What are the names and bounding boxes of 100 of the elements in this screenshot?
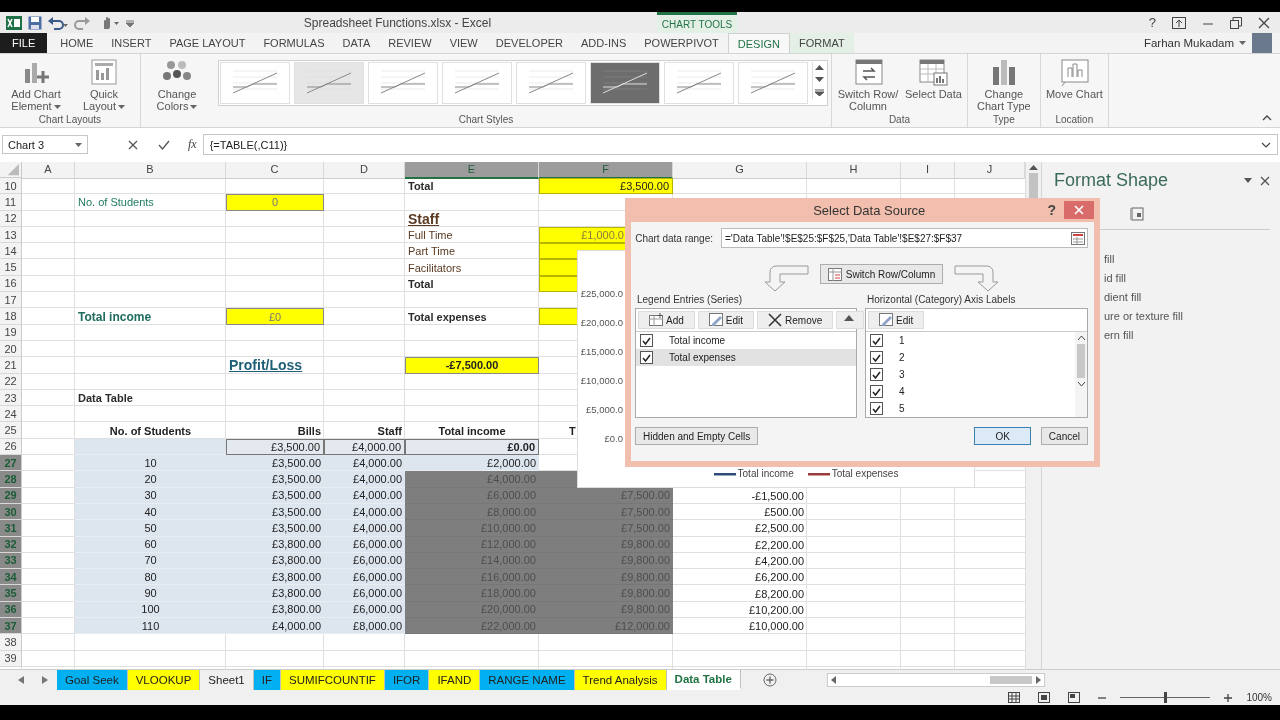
checkbox[interactable] (640, 334, 653, 347)
ribbon-button[interactable]: Change Chart Type (970, 56, 1037, 112)
size-properties-icon[interactable] (1130, 207, 1144, 221)
sheet-tab[interactable]: Goal Seek (57, 670, 128, 690)
dropdown-icon[interactable] (1244, 178, 1252, 183)
save-icon[interactable] (28, 15, 42, 30)
ribbon-tab[interactable]: DESIGN (727, 33, 790, 53)
customize-icon[interactable] (126, 18, 134, 27)
ribbon-display-icon[interactable] (1172, 16, 1186, 29)
collapse-dialog-icon[interactable] (1071, 231, 1085, 245)
scroll-down-icon[interactable] (815, 77, 824, 82)
ribbon-tab[interactable]: DEVELOPER (486, 33, 572, 53)
sheet-tab[interactable]: RANGE NAME (480, 670, 575, 690)
formula-field[interactable]: {=TABLE(,C11)} (202, 134, 1278, 155)
ribbon-tab[interactable]: INSERT (102, 33, 161, 53)
scroll-left-icon[interactable] (830, 676, 836, 684)
ribbon-button[interactable]: Quick Layout (71, 56, 137, 112)
ribbon-tab[interactable]: VIEW (440, 33, 487, 53)
checkbox[interactable] (870, 334, 883, 347)
chart-style-thumbnail[interactable] (738, 62, 808, 104)
sheet-tab[interactable]: IF (253, 670, 281, 690)
name-box[interactable]: Chart 3 (2, 135, 88, 154)
row-header[interactable]: 11 (0, 194, 22, 211)
column-header[interactable]: G (673, 162, 807, 179)
sheet-tab[interactable]: Trend Analysis (574, 670, 667, 690)
column-header[interactable]: H (807, 162, 901, 179)
row-header[interactable]: 21 (0, 357, 22, 374)
ribbon-tab[interactable]: ADD-INS (572, 33, 636, 53)
insert-function-button[interactable]: fx (188, 137, 197, 152)
new-sheet-icon[interactable] (762, 673, 777, 687)
checkbox[interactable] (870, 351, 883, 364)
chart-style-thumbnail[interactable] (590, 62, 660, 104)
fill-option[interactable]: fill (1104, 252, 1270, 266)
toolbar-button[interactable]: Remove (757, 311, 834, 329)
fill-option[interactable]: ern fill (1104, 328, 1270, 342)
ribbon-tab[interactable]: DATA (333, 33, 380, 53)
checkbox[interactable] (870, 402, 883, 415)
page-break-icon[interactable] (1068, 692, 1081, 703)
row-header[interactable]: 38 (0, 634, 22, 651)
help-button[interactable]: ? (1148, 15, 1156, 30)
series-item[interactable]: Total expenses (636, 349, 856, 366)
fill-option[interactable]: id fill (1104, 271, 1270, 285)
range-field[interactable]: ='Data Table'!$E$25:$F$25,'Data Table'!$E$27:$F$37 (721, 228, 1088, 248)
chart-style-thumbnail[interactable] (368, 62, 438, 104)
scroll-right-icon[interactable] (1035, 676, 1041, 684)
cancel-button[interactable]: Cancel (1040, 427, 1088, 445)
sheet-tab[interactable]: Data Table (666, 670, 741, 690)
list-scrollbar[interactable] (1075, 332, 1087, 417)
chart-style-thumbnail[interactable] (516, 62, 586, 104)
close-icon[interactable] (1260, 175, 1270, 186)
ribbon-tab[interactable]: FORMULAS (254, 33, 334, 53)
page-layout-icon[interactable] (1038, 692, 1051, 703)
scroll-up-icon[interactable] (1029, 165, 1038, 170)
chart-style-thumbnail[interactable] (442, 62, 512, 104)
toolbar-button[interactable]: Edit (697, 311, 755, 329)
scroll-down-icon[interactable] (1076, 382, 1086, 387)
row-header[interactable]: 18 (0, 308, 22, 325)
row-header[interactable]: 15 (0, 259, 22, 276)
scroll-thumb[interactable] (989, 676, 1032, 684)
more-icon[interactable] (815, 89, 824, 96)
ok-button[interactable]: OK (974, 427, 1031, 445)
close-icon[interactable] (1258, 16, 1270, 29)
fill-option[interactable]: dient fill (1104, 290, 1270, 304)
close-button[interactable] (1064, 201, 1094, 219)
ribbon-tab[interactable]: PAGE LAYOUT (160, 33, 255, 53)
spreadsheet-app-icon[interactable] (6, 14, 22, 31)
row-header[interactable]: 24 (0, 406, 22, 423)
hidden-empty-cells-button[interactable]: Hidden and Empty Cells (635, 427, 759, 445)
row-header[interactable]: 14 (0, 243, 22, 260)
scroll-up-icon[interactable] (1076, 335, 1086, 340)
checkbox[interactable] (870, 385, 883, 398)
chart-style-thumbnail[interactable] (220, 62, 290, 104)
toolbar-button[interactable]: Edit (868, 311, 925, 329)
ribbon-tab[interactable]: POWERPIVOT (635, 33, 728, 53)
zoom-in-icon[interactable] (1224, 693, 1233, 702)
checkbox[interactable] (640, 351, 653, 364)
ribbon-tab[interactable]: HOME (51, 33, 103, 53)
row-header[interactable]: 17 (0, 292, 22, 309)
row-header[interactable]: 25 (0, 422, 22, 439)
column-header[interactable]: B (75, 162, 226, 179)
cancel-icon[interactable] (128, 139, 138, 150)
scroll-thumb[interactable] (1077, 344, 1085, 378)
chart-style-thumbnail[interactable] (664, 62, 734, 104)
restore-icon[interactable] (1230, 16, 1242, 29)
sheet-tab[interactable]: VLOOKUP (127, 670, 201, 690)
column-header[interactable]: I (901, 162, 955, 179)
slider-thumb[interactable] (1164, 692, 1168, 703)
enter-icon[interactable] (158, 139, 170, 150)
ribbon-button[interactable]: Select Data (903, 56, 964, 100)
expand-icon[interactable] (1261, 141, 1271, 148)
sheet-tab[interactable]: IFAND (429, 670, 481, 690)
user-name[interactable]: Farhan Mukadam (1143, 33, 1252, 53)
undo-icon[interactable] (48, 15, 68, 30)
ribbon-button[interactable]: Add Chart Element (3, 56, 69, 112)
switch-row-column-button[interactable]: Switch Row/Column (819, 264, 944, 284)
series-item[interactable]: Total income (636, 332, 856, 349)
row-header[interactable]: 10 (0, 178, 22, 195)
checkbox[interactable] (870, 368, 883, 381)
fill-option[interactable]: ure or texture fill (1104, 309, 1270, 323)
horizontal-scrollbar[interactable] (826, 673, 1045, 687)
